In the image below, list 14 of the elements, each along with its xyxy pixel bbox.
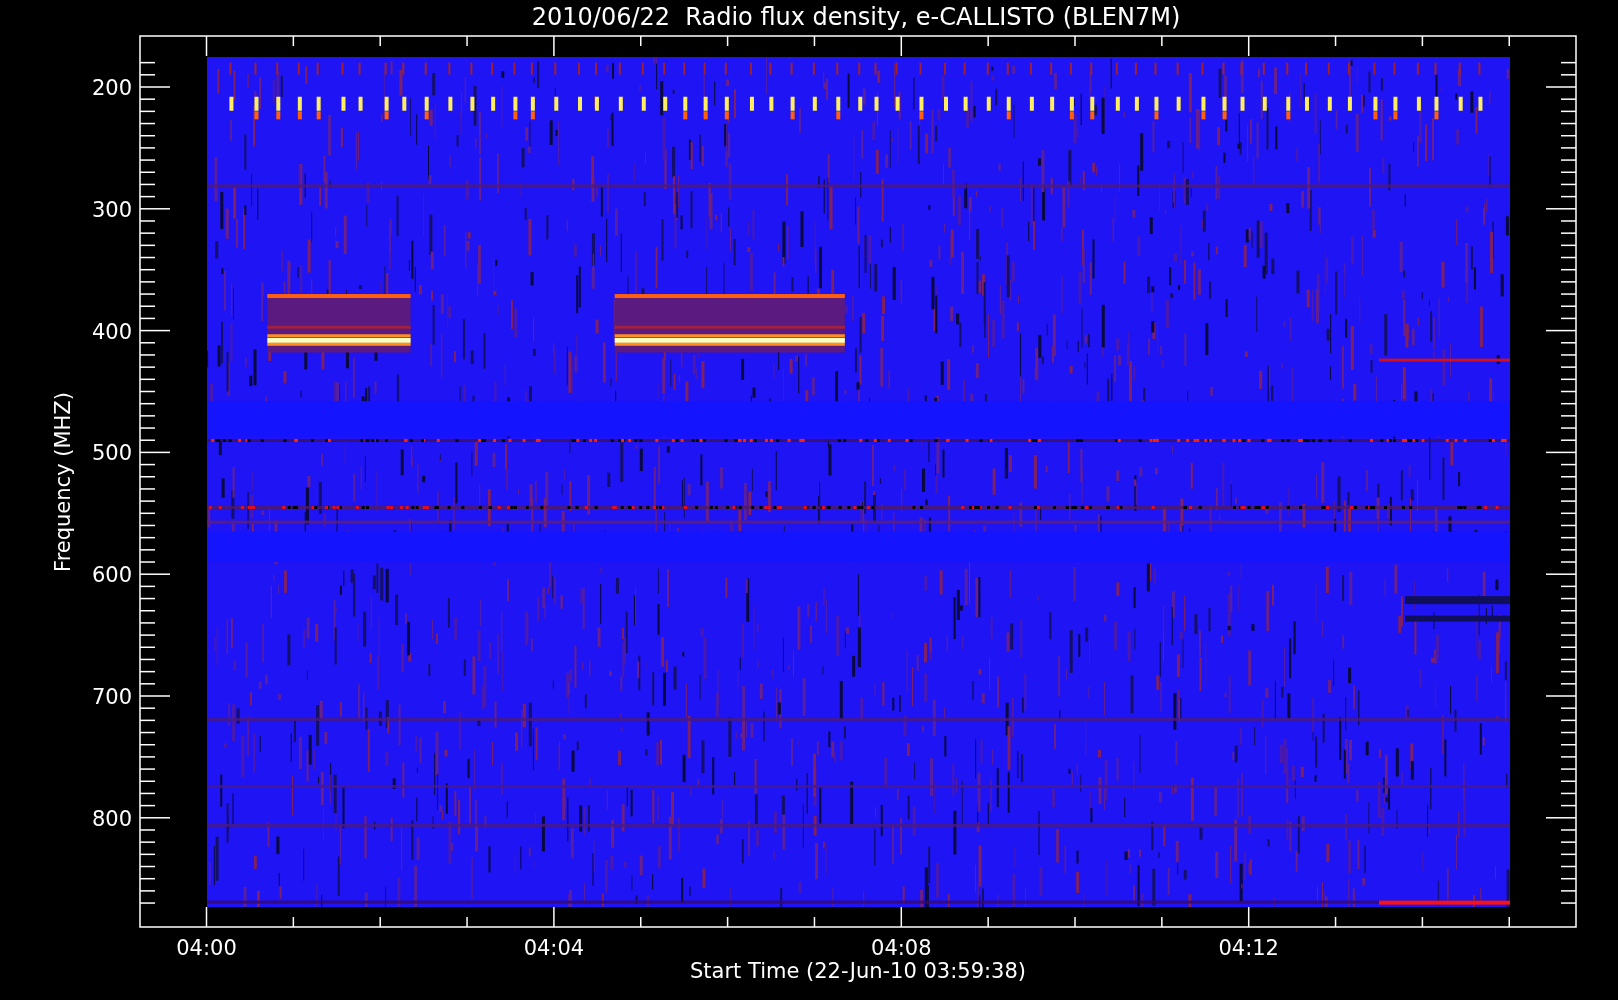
x-tick-label: 04:12 (1218, 936, 1279, 960)
y-tick-label: 600 (91, 563, 132, 588)
y-axis-label: Frequency (MHZ) (51, 392, 75, 572)
y-tick-label: 500 (91, 441, 132, 466)
x-tick-label: 04:00 (176, 936, 237, 960)
y-tick-label: 800 (91, 806, 132, 831)
y-tick-label: 300 (91, 197, 132, 222)
x-tick-label: 04:04 (523, 936, 585, 960)
x-axis-label: Start Time (22-Jun-10 03:59:38) (690, 959, 1026, 983)
x-tick-label: 04:08 (871, 936, 932, 960)
y-tick-label: 700 (91, 685, 132, 709)
y-tick-label: 400 (91, 319, 132, 344)
chart-title: 2010/06/22 Radio flux density, e-CALLISTO (BLEN7M) (531, 3, 1181, 31)
y-tick-label: 200 (91, 76, 132, 100)
